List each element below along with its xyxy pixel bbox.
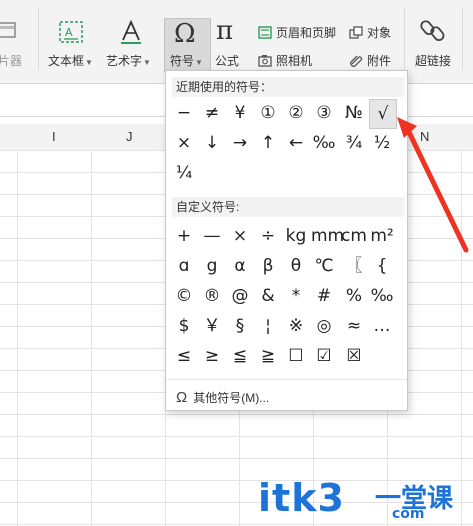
watermark-domain: com: [392, 506, 425, 522]
annotation-arrow: [397, 117, 469, 253]
watermark-logo: itk3: [258, 476, 345, 520]
